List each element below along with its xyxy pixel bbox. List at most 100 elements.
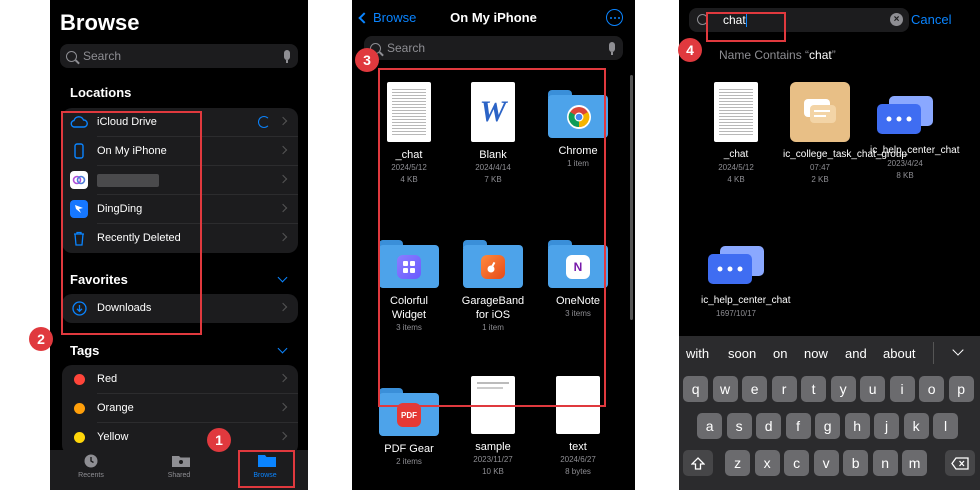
file-name: ic_help_center_chat xyxy=(701,295,791,306)
key-u[interactable]: u xyxy=(860,376,886,402)
file-date: 2024/6/27 xyxy=(560,455,596,464)
key-i[interactable]: i xyxy=(889,376,915,402)
key-a[interactable]: a xyxy=(697,413,723,439)
tag-item-orange[interactable]: Orange xyxy=(62,394,298,423)
key-t[interactable]: t xyxy=(801,376,827,402)
tab-label: Recents xyxy=(78,472,104,479)
file-name: text xyxy=(569,441,587,453)
key-y[interactable]: y xyxy=(830,376,856,402)
folder-item[interactable]: N OneNote 3 items xyxy=(533,240,623,320)
files-browse-screen: Browse Search Locations iCloud Drive On … xyxy=(50,0,308,490)
key-b[interactable]: b xyxy=(843,450,869,476)
file-item[interactable]: sample 2023/11/27 10 KB xyxy=(448,376,538,478)
microphone-icon[interactable] xyxy=(284,50,290,63)
tab-recents[interactable]: Recents xyxy=(56,454,126,479)
key-x[interactable]: x xyxy=(754,450,780,476)
key-k[interactable]: k xyxy=(903,413,929,439)
key-v[interactable]: v xyxy=(813,450,839,476)
tag-color-dot xyxy=(70,370,88,388)
search-result-item[interactable]: _chat 2024/5/12 4 KB xyxy=(691,82,781,186)
sidebar-item-icloud-drive[interactable]: iCloud Drive xyxy=(62,108,298,137)
file-name: Blank xyxy=(479,149,507,161)
search-input[interactable]: chat × xyxy=(689,8,909,32)
chevron-down-icon[interactable] xyxy=(277,272,288,283)
search-result-item[interactable]: ic_college_task_chat_group 07:47 2 KB xyxy=(775,82,907,186)
scroll-indicator[interactable] xyxy=(630,75,633,320)
tab-browse[interactable]: Browse xyxy=(230,454,300,479)
trash-icon xyxy=(70,229,88,247)
search-input[interactable]: Search xyxy=(364,36,623,60)
shift-key[interactable] xyxy=(683,450,713,476)
key-g[interactable]: g xyxy=(815,413,841,439)
key-d[interactable]: d xyxy=(756,413,782,439)
tag-item-red[interactable]: Red xyxy=(62,365,298,394)
folder-item[interactable]: GarageBand for iOS 1 item xyxy=(448,240,538,334)
folder-count: 2 items xyxy=(396,457,422,466)
sidebar-item-on-my-iphone[interactable]: On My iPhone xyxy=(62,137,298,166)
prediction-item[interactable]: and xyxy=(845,346,867,361)
sidebar-item-app[interactable] xyxy=(62,166,298,195)
tag-item-yellow[interactable]: Yellow xyxy=(62,423,298,452)
tag-color-dot xyxy=(70,428,88,446)
chevron-right-icon xyxy=(278,402,288,412)
clear-search-icon[interactable]: × xyxy=(890,13,903,26)
prediction-item[interactable]: about xyxy=(883,346,916,361)
tag-label: Orange xyxy=(97,402,134,414)
key-f[interactable]: f xyxy=(785,413,811,439)
locations-header[interactable]: Locations xyxy=(70,85,131,100)
prediction-item[interactable]: with xyxy=(686,346,709,361)
key-z[interactable]: z xyxy=(725,450,751,476)
prediction-item[interactable]: now xyxy=(804,346,828,361)
key-p[interactable]: p xyxy=(948,376,974,402)
phone-icon xyxy=(70,142,88,160)
sidebar-item-dingding[interactable]: DingDing xyxy=(62,195,298,224)
file-date: 2024/5/12 xyxy=(718,163,754,172)
file-item[interactable]: _chat 2024/5/12 4 KB xyxy=(364,82,454,186)
search-input[interactable]: Search xyxy=(60,44,298,68)
file-name: sample xyxy=(475,441,511,453)
folder-item[interactable]: Chrome 1 item xyxy=(533,90,623,170)
key-m[interactable]: m xyxy=(902,450,928,476)
file-size: 8 KB xyxy=(896,171,914,180)
search-suggestion[interactable]: Name Contains “chat” xyxy=(719,48,836,62)
more-options-icon[interactable] xyxy=(606,9,623,26)
document-thumbnail xyxy=(714,82,758,142)
tags-header[interactable]: Tags xyxy=(70,343,99,358)
search-result-item[interactable]: ic_help_center_chat 1697/10/17 xyxy=(691,244,791,320)
key-n[interactable]: n xyxy=(872,450,898,476)
chevron-right-icon xyxy=(278,232,288,242)
key-q[interactable]: q xyxy=(683,376,709,402)
cancel-button[interactable]: Cancel xyxy=(911,12,951,27)
chevron-down-icon[interactable] xyxy=(277,343,288,354)
backspace-key[interactable] xyxy=(945,450,975,476)
key-c[interactable]: c xyxy=(784,450,810,476)
file-item[interactable]: text 2024/6/27 8 bytes xyxy=(533,376,623,478)
key-o[interactable]: o xyxy=(919,376,945,402)
key-w[interactable]: w xyxy=(712,376,738,402)
key-l[interactable]: l xyxy=(933,413,959,439)
file-item[interactable]: W Blank 2024/4/14 7 KB xyxy=(448,82,538,186)
key-e[interactable]: e xyxy=(742,376,768,402)
microphone-icon[interactable] xyxy=(609,42,615,55)
key-r[interactable]: r xyxy=(771,376,797,402)
sidebar-item-recently-deleted[interactable]: Recently Deleted xyxy=(62,224,298,253)
folder-item[interactable]: Colorful Widget 3 items xyxy=(364,240,454,334)
folder-item[interactable]: PDF PDF Gear 2 items xyxy=(364,388,454,468)
key-j[interactable]: j xyxy=(874,413,900,439)
prediction-item[interactable]: on xyxy=(773,346,787,361)
file-size: 7 KB xyxy=(484,175,502,184)
tab-shared[interactable]: Shared xyxy=(144,454,214,479)
file-date: 1697/10/17 xyxy=(715,309,757,318)
on-my-iphone-screen: Browse On My iPhone Search _chat 2024/5/… xyxy=(352,0,635,490)
word-document-icon: W xyxy=(471,82,515,142)
search-icon xyxy=(66,50,77,62)
key-h[interactable]: h xyxy=(844,413,870,439)
prediction-item[interactable]: soon xyxy=(728,346,756,361)
sidebar-item-downloads[interactable]: Downloads xyxy=(62,294,298,323)
key-s[interactable]: s xyxy=(726,413,752,439)
favorites-header[interactable]: Favorites xyxy=(70,272,128,287)
chevron-down-icon[interactable] xyxy=(952,344,964,356)
search-result-item[interactable]: ic_help_center_chat 2023/4/24 8 KB xyxy=(860,94,960,182)
cloud-icon xyxy=(70,113,88,131)
onenote-folder-icon: N xyxy=(548,240,608,288)
